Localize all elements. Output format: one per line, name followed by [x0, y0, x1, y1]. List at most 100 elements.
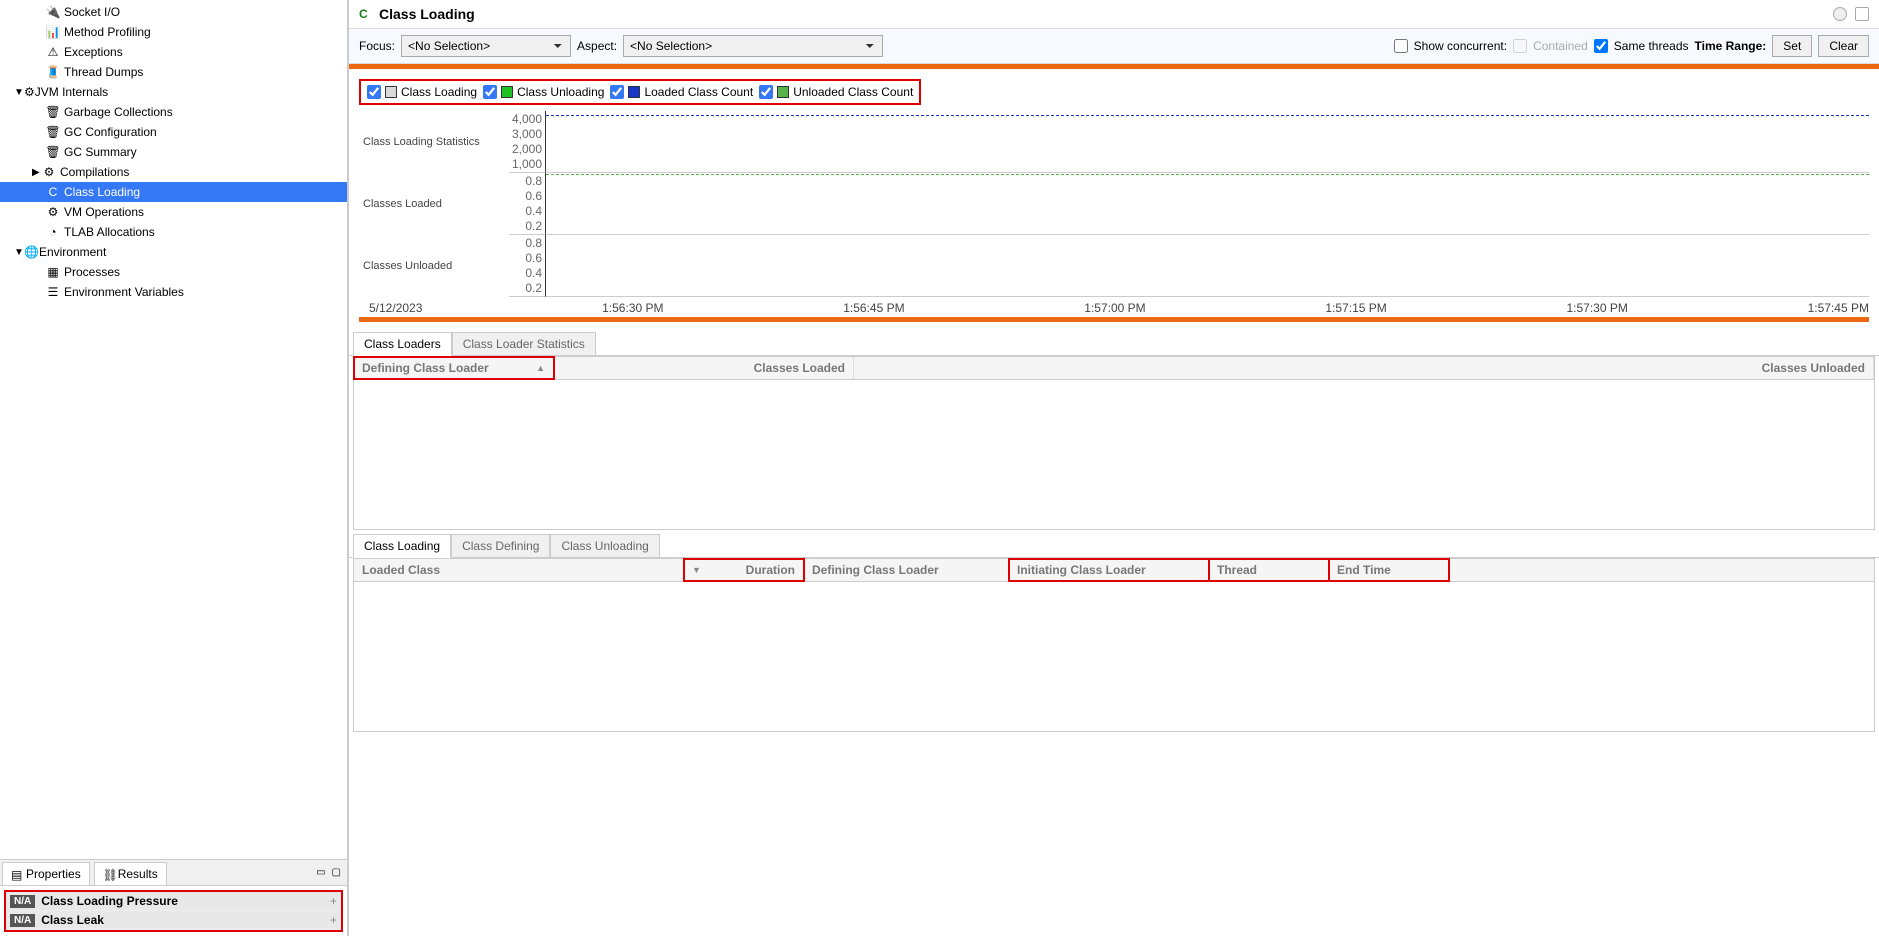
profiling-icon: 📊: [46, 25, 60, 39]
result-row[interactable]: N/A Class Loading Pressure +: [6, 892, 341, 911]
nav-processes[interactable]: ▦Processes: [0, 262, 347, 282]
pie-icon: ◔: [46, 225, 60, 239]
thread-icon: 🧵: [46, 65, 60, 79]
col-classes-loaded[interactable]: Classes Loaded: [554, 357, 854, 379]
tab-results[interactable]: ⛓Results: [94, 862, 167, 885]
col-classes-unloaded[interactable]: Classes Unloaded: [854, 357, 1874, 379]
swatch: [501, 86, 513, 98]
tab-class-loading[interactable]: Class Loading: [353, 534, 451, 558]
tab-class-defining[interactable]: Class Defining: [451, 534, 550, 558]
legend-class-loading[interactable]: Class Loading: [367, 85, 477, 99]
toolbar: Focus: <No Selection> Aspect: <No Select…: [349, 29, 1879, 64]
expand-icon[interactable]: +: [330, 894, 337, 908]
minimize-button[interactable]: [1833, 7, 1847, 21]
nav-group-env[interactable]: ▼🌐Environment: [0, 242, 347, 262]
clear-button[interactable]: Clear: [1818, 35, 1869, 57]
results-icon: ⛓: [103, 868, 115, 880]
compile-icon: ⚙: [42, 165, 56, 179]
main-area: C Class Loading Focus: <No Selection> As…: [348, 0, 1879, 936]
nav-env-vars[interactable]: ☰Environment Variables: [0, 282, 347, 302]
legend-unloaded-count[interactable]: Unloaded Class Count: [759, 85, 913, 99]
col-init-loader[interactable]: Initiating Class Loader: [1009, 559, 1209, 581]
focus-select[interactable]: <No Selection>: [401, 35, 571, 57]
class-icon: C: [359, 7, 373, 21]
chart-label: Class Loading Statistics: [359, 111, 509, 173]
globe-icon: 🌐: [24, 245, 39, 259]
swatch: [628, 86, 640, 98]
trash-icon: 🗑: [46, 125, 60, 139]
result-row[interactable]: N/A Class Leak +: [6, 911, 341, 930]
tab-class-loaders[interactable]: Class Loaders: [353, 332, 452, 356]
legend-loaded-count[interactable]: Loaded Class Count: [610, 85, 753, 99]
chart-row-unloaded: [545, 235, 1869, 297]
show-concurrent-checkbox[interactable]: [1394, 39, 1408, 53]
badge-na: N/A: [10, 895, 35, 908]
badge-na: N/A: [10, 914, 35, 927]
aspect-select[interactable]: <No Selection>: [623, 35, 883, 57]
col-loaded-class[interactable]: Loaded Class: [354, 559, 684, 581]
loaders-header: Defining Class Loader▲ Classes Loaded Cl…: [353, 356, 1875, 380]
chart-row-loaded: [545, 173, 1869, 235]
restore-icon[interactable]: ▢: [332, 867, 341, 878]
trash-icon: 🗑: [46, 105, 60, 119]
chevron-down-icon: ▼: [14, 87, 24, 98]
same-threads-label: Same threads: [1614, 39, 1689, 53]
vm-icon: ⚙: [46, 205, 60, 219]
col-def-loader[interactable]: Defining Class Loader: [804, 559, 1009, 581]
sort-desc-icon: ▼: [692, 565, 701, 575]
same-threads-checkbox[interactable]: [1594, 39, 1608, 53]
page-header: C Class Loading: [349, 0, 1879, 29]
nav-gc-config[interactable]: 🗑GC Configuration: [0, 122, 347, 142]
time-bar-bottom[interactable]: [359, 317, 1869, 322]
loaders-tabs: Class Loaders Class Loader Statistics: [349, 332, 1879, 356]
loading-table: Loaded Class ▼Duration Defining Class Lo…: [349, 558, 1879, 732]
results-list: N/A Class Loading Pressure + N/A Class L…: [4, 890, 343, 932]
tab-properties[interactable]: ▤Properties: [2, 862, 90, 885]
chart-yaxis: 4,0003,0002,0001,000 0.80.60.40.2 0.80.6…: [509, 111, 545, 297]
tab-loader-stats[interactable]: Class Loader Statistics: [452, 332, 596, 356]
loading-tabs: Class Loading Class Defining Class Unloa…: [349, 534, 1879, 558]
sidebar: 🔌Socket I/O 📊Method Profiling ⚠Exception…: [0, 0, 348, 936]
aspect-label: Aspect:: [577, 39, 617, 53]
col-defining-loader[interactable]: Defining Class Loader▲: [354, 357, 554, 379]
set-button[interactable]: Set: [1772, 35, 1812, 57]
tab-class-unloading[interactable]: Class Unloading: [550, 534, 659, 558]
nav-thread-dumps[interactable]: 🧵Thread Dumps: [0, 62, 347, 82]
class-icon: C: [46, 185, 60, 199]
chart-row-stats: [545, 111, 1869, 173]
col-end-time[interactable]: End Time: [1329, 559, 1449, 581]
minimize-icon[interactable]: ▭: [316, 867, 325, 878]
col-thread[interactable]: Thread: [1209, 559, 1329, 581]
legend-class-unloading[interactable]: Class Unloading: [483, 85, 604, 99]
chart-area: Class Loading Class Unloading Loaded Cla…: [349, 69, 1879, 332]
charts: Class Loading Statistics Classes Loaded …: [359, 111, 1869, 297]
trash-icon: 🗑: [46, 145, 60, 159]
sort-asc-icon: ▲: [536, 363, 545, 373]
chevron-down-icon: ▼: [14, 247, 24, 258]
chart-plot[interactable]: [545, 111, 1869, 297]
contained-checkbox[interactable]: [1513, 39, 1527, 53]
expand-icon[interactable]: +: [330, 913, 337, 927]
nav-gc[interactable]: 🗑Garbage Collections: [0, 102, 347, 122]
header-controls: [1833, 7, 1869, 21]
contained-label: Contained: [1533, 39, 1588, 53]
loaders-table: Defining Class Loader▲ Classes Loaded Cl…: [349, 356, 1879, 530]
nav-method-profiling[interactable]: 📊Method Profiling: [0, 22, 347, 42]
chart-xaxis: 5/12/2023 1:56:30 PM 1:56:45 PM 1:57:00 …: [359, 297, 1869, 317]
chart-label: Classes Unloaded: [359, 235, 509, 297]
nav-gc-summary[interactable]: 🗑GC Summary: [0, 142, 347, 162]
nav-group-jvm[interactable]: ▼⚙JVM Internals: [0, 82, 347, 102]
nav-socket-io[interactable]: 🔌Socket I/O: [0, 2, 347, 22]
chart-legend: Class Loading Class Unloading Loaded Cla…: [359, 79, 921, 105]
nav-tlab[interactable]: ◔TLAB Allocations: [0, 222, 347, 242]
vars-icon: ☰: [46, 285, 60, 299]
col-duration[interactable]: ▼Duration: [684, 559, 804, 581]
nav-exceptions[interactable]: ⚠Exceptions: [0, 42, 347, 62]
nav-vm-ops[interactable]: ⚙VM Operations: [0, 202, 347, 222]
maximize-button[interactable]: [1855, 7, 1869, 21]
result-label: Class Leak: [41, 913, 104, 927]
nav-class-loading[interactable]: CClass Loading: [0, 182, 347, 202]
nav-compilations[interactable]: ▶⚙Compilations: [0, 162, 347, 182]
loaders-body: [353, 380, 1875, 530]
chart-label: Classes Loaded: [359, 173, 509, 235]
